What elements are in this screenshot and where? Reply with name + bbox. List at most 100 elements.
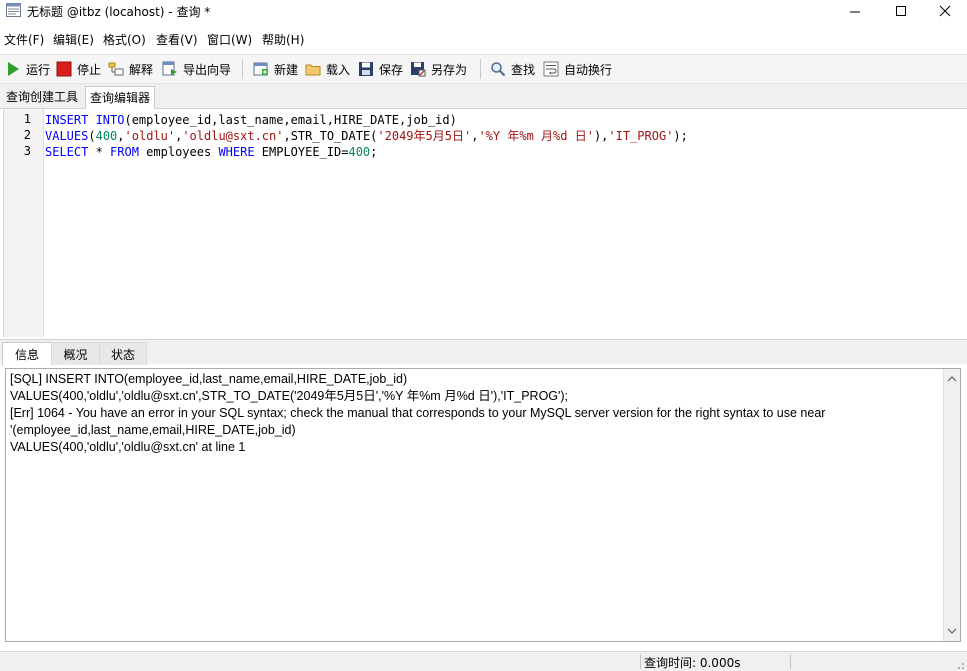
close-button[interactable] [922, 0, 967, 22]
explain-button[interactable]: 解释 [108, 59, 153, 79]
code-token: 400 [348, 145, 371, 159]
line-number-gutter: 1 2 3 [4, 109, 44, 337]
message-line: '(employee_id,last_name,email,HIRE_DATE,… [10, 423, 296, 437]
run-button[interactable]: 运行 [5, 59, 50, 79]
export-wizard-button[interactable]: 导出向导 [162, 59, 231, 79]
code-token: (employee_id,last_name,email,HIRE_DATE,j… [124, 113, 457, 127]
message-line: [Err] 1064 - You have an error in your S… [10, 406, 826, 420]
scroll-up-icon[interactable] [944, 371, 960, 387]
code-token: ; [370, 145, 378, 159]
sql-editor[interactable]: 1 2 3 INSERT INTO(employee_id,last_name,… [3, 109, 967, 337]
code-token: ); [673, 129, 688, 143]
minimize-button[interactable] [832, 0, 878, 22]
scroll-down-icon[interactable] [944, 623, 960, 639]
menu-file[interactable]: 文件(F) [4, 31, 44, 48]
status-separator [640, 654, 641, 669]
auto-wrap-button[interactable]: 自动换行 [543, 59, 612, 79]
query-time: 查询时间: 0.000s [644, 656, 741, 670]
line-number: 1 [23, 112, 31, 126]
sql-code[interactable]: INSERT INTO(employee_id,last_name,email,… [45, 112, 688, 160]
message-text: [SQL] INSERT INTO(employee_id,last_name,… [10, 371, 940, 456]
save-icon [359, 62, 373, 76]
code-token: 'IT_PROG' [608, 129, 674, 143]
vertical-scrollbar[interactable] [943, 369, 960, 641]
save-button[interactable]: 保存 [358, 59, 403, 79]
message-line: VALUES(400,'oldlu','oldlu@sxt.cn',STR_TO… [10, 389, 569, 403]
run-label: 运行 [26, 62, 51, 77]
code-token: INSERT INTO [45, 113, 125, 127]
code-token: employees [138, 145, 219, 159]
load-label: 载入 [326, 62, 351, 77]
export-wizard-label: 导出向导 [183, 62, 232, 77]
folder-icon [305, 64, 321, 76]
code-token: 'oldlu@sxt.cn' [182, 129, 284, 143]
toolbar-separator [480, 59, 481, 79]
word-wrap-icon [543, 61, 559, 77]
code-token: '2049年5月5日' [377, 129, 472, 143]
search-icon [491, 62, 506, 77]
new-button[interactable]: 新建 [253, 59, 298, 79]
save-as-button[interactable]: 另存为 [410, 59, 467, 79]
message-panel[interactable]: [SQL] INSERT INTO(employee_id,last_name,… [5, 368, 961, 642]
code-token: FROM [110, 145, 139, 159]
minimize-icon [849, 11, 860, 12]
code-token: WHERE [218, 145, 255, 159]
code-line: INSERT INTO(employee_id,last_name,email,… [45, 112, 688, 128]
load-button[interactable]: 载入 [305, 59, 350, 79]
explain-label: 解释 [129, 62, 154, 77]
new-query-icon [253, 62, 268, 76]
stop-label: 停止 [77, 62, 102, 77]
menu-window[interactable]: 窗口(W) [207, 31, 252, 48]
new-label: 新建 [274, 62, 299, 77]
tab-message[interactable]: 信息 [2, 342, 52, 366]
app-icon [6, 3, 21, 17]
code-line: SELECT * FROM employees WHERE EMPLOYEE_I… [45, 144, 688, 160]
maximize-icon [895, 5, 906, 16]
menu-edit[interactable]: 编辑(E) [53, 31, 94, 48]
tab-query-editor[interactable]: 查询编辑器 [85, 86, 156, 109]
window-title: 无标题 @itbz (locahost) - 查询 * [27, 5, 211, 19]
code-token: SELECT [45, 145, 89, 159]
tab-status[interactable]: 状态 [99, 342, 147, 365]
find-label: 查找 [511, 62, 536, 77]
toolbar: 运行 停止 解释 导出向导 新建 载入 保存 另存为 查找 自动换行 [0, 54, 967, 84]
toolbar-separator [242, 59, 243, 79]
code-token: EMPLOYEE_ID= [254, 145, 349, 159]
menu-format[interactable]: 格式(O) [103, 31, 146, 48]
status-separator [790, 654, 791, 669]
code-token: '%Y 年%m 月%d 日' [478, 129, 594, 143]
code-line: VALUES(400,'oldlu','oldlu@sxt.cn',STR_TO… [45, 128, 688, 144]
find-button[interactable]: 查找 [490, 59, 535, 79]
explain-icon [108, 62, 124, 76]
code-token: * [88, 145, 111, 159]
menu-bar: 文件(F) 编辑(E) 格式(O) 查看(V) 窗口(W) 帮助(H) [0, 28, 967, 50]
close-icon [939, 5, 951, 17]
stop-button[interactable]: 停止 [56, 59, 101, 79]
code-token: ( [88, 129, 96, 143]
save-as-icon [411, 62, 426, 77]
message-line: VALUES(400,'oldlu','oldlu@sxt.cn' at lin… [10, 440, 246, 454]
title-bar: 无标题 @itbz (locahost) - 查询 * [0, 0, 967, 22]
export-icon [162, 61, 177, 76]
auto-wrap-label: 自动换行 [564, 62, 613, 77]
resize-grip-icon[interactable] [953, 658, 965, 670]
status-bar: 查询时间: 0.000s [0, 651, 967, 671]
query-tab-strip: 查询创建工具 查询编辑器 [0, 84, 967, 109]
menu-view[interactable]: 查看(V) [156, 31, 198, 48]
maximize-button[interactable] [878, 0, 924, 22]
save-as-label: 另存为 [431, 62, 468, 77]
save-label: 保存 [379, 62, 404, 77]
line-number: 2 [23, 128, 31, 142]
message-line: [SQL] INSERT INTO(employee_id,last_name,… [10, 372, 408, 386]
stop-icon [56, 61, 72, 77]
code-token: ,STR_TO_DATE( [283, 129, 378, 143]
play-icon [8, 62, 19, 76]
code-token: , [117, 129, 125, 143]
tab-overview[interactable]: 概况 [51, 342, 100, 365]
code-token: 'oldlu' [124, 129, 176, 143]
code-token: VALUES [45, 129, 89, 143]
code-token: ), [593, 129, 609, 143]
tab-query-builder[interactable]: 查询创建工具 [2, 86, 82, 107]
code-token: 400 [95, 129, 118, 143]
menu-help[interactable]: 帮助(H) [262, 31, 304, 48]
